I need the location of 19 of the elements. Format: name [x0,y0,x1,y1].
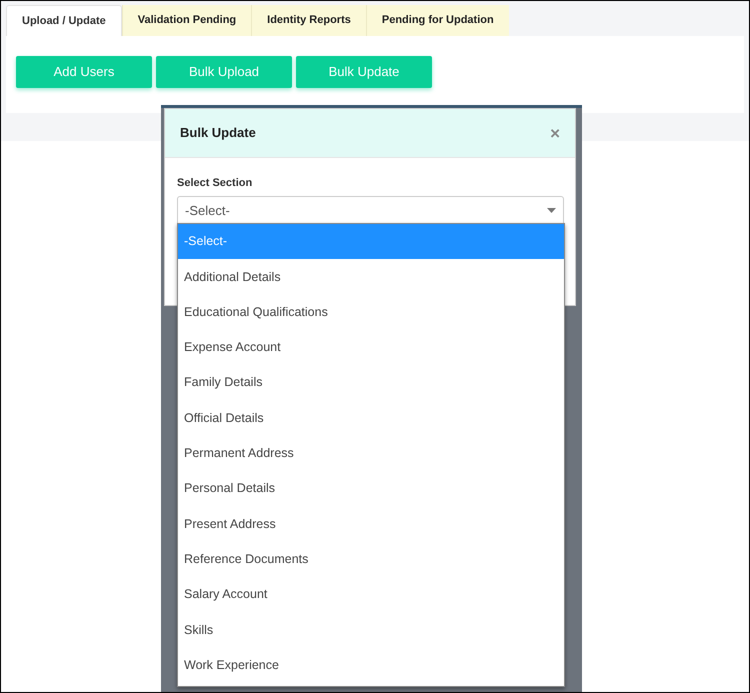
tab[interactable]: Pending for Updation [366,5,509,36]
caret-icon [547,208,556,213]
modal-title: Bulk Update [180,124,256,142]
dropdown-option[interactable]: Official Details [178,400,564,436]
dropdown-option[interactable]: Family Details [178,365,564,400]
dropdown-option[interactable]: Permanent Address [178,436,564,472]
field-label: Select Section [177,176,252,191]
dropdown-option[interactable]: Reference Documents [178,542,564,577]
dropdown-option[interactable]: Additional Details [178,259,564,295]
tab[interactable]: Validation Pending [122,5,252,36]
dropdown-option[interactable]: Work Experience [178,648,564,683]
dropdown-option[interactable]: Educational Qualifications [178,294,564,330]
dropdown-option[interactable]: Expense Account [178,330,564,366]
dropdown-option[interactable]: Present Address [178,506,564,542]
dropdown-option[interactable]: Personal Details [178,471,564,506]
tab[interactable]: Identity Reports [251,5,366,36]
dropdown-option[interactable]: Salary Account [178,576,564,612]
tab[interactable]: Upload / Update [6,5,122,36]
dropdown-option[interactable]: Skills [178,612,564,648]
